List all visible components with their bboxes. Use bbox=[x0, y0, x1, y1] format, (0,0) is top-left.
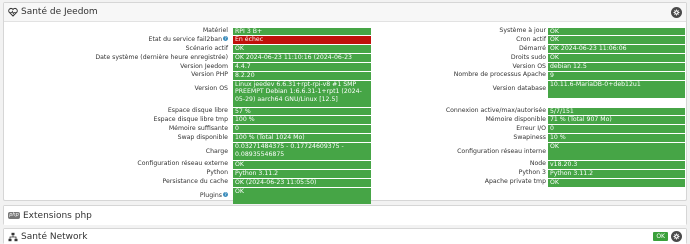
row-label-text: Version Jeedom bbox=[180, 62, 228, 70]
status-ok-value: 0 bbox=[548, 125, 685, 134]
row-label-text: Espace disque libre bbox=[167, 107, 228, 115]
row-label-text: Mémoire suffisante bbox=[168, 124, 228, 132]
table-row: Version Jeedom 4.4.7 Version OS debian 12.5 bbox=[4, 63, 686, 72]
php-extensions-panel[interactable]: php Extensions php bbox=[3, 205, 687, 225]
row-label: Démarré bbox=[518, 44, 546, 52]
table-row: Plugins? OK bbox=[4, 187, 686, 205]
row-label: Cron actif bbox=[516, 35, 546, 43]
table-row: Charge 0.03271484375 - 0.17724609375 - 0.… bbox=[4, 143, 686, 161]
row-label-text: Version PHP bbox=[191, 71, 228, 79]
row-label: Python 3 bbox=[518, 169, 546, 177]
row-label: Espace disque libre tmp bbox=[6, 116, 228, 125]
row-label: Configuration réseau externe bbox=[6, 160, 228, 169]
status-ok-value: Python 3.11.2 bbox=[548, 169, 685, 178]
row-label: Persistance du cache bbox=[6, 178, 228, 187]
row-label: Espace disque libre bbox=[6, 107, 228, 116]
row-label: Connexion active/max/autorisée bbox=[445, 107, 546, 115]
status-ok-value: OK bbox=[548, 27, 685, 36]
status-ok-value: 10.11.6-MariaDB-0+deb12u1 bbox=[548, 80, 685, 98]
network-health-panel[interactable]: Santé Network OK bbox=[3, 228, 687, 244]
table-row: Date système (dernière heure enregistrée… bbox=[4, 54, 686, 63]
table-row: Matériel RPI 3 B+ Système à jour OK bbox=[4, 27, 686, 36]
row-label-text: Espace disque libre tmp bbox=[153, 115, 228, 123]
status-ok-value: OK 2024-06-23 11:06:06 bbox=[548, 45, 685, 54]
health-table: Matériel RPI 3 B+ Système à jour OK Etat du … bbox=[4, 22, 686, 205]
row-label-text: Scénario actif bbox=[185, 44, 228, 52]
status-ok-value: OK bbox=[548, 143, 685, 160]
row-label: Date système (dernière heure enregistrée… bbox=[6, 54, 228, 63]
network-icon bbox=[8, 232, 18, 242]
status-ok-value: 5/7/151 bbox=[548, 107, 685, 116]
panel-title: Santé de Jeedom bbox=[21, 7, 98, 17]
status-ok-value: debian 12.5 bbox=[548, 63, 685, 71]
status-ok-value: 10 % bbox=[548, 134, 685, 143]
status-ok-value: 71 % (Total 907 Mo) bbox=[548, 116, 685, 125]
row-label: Droits sudo bbox=[510, 53, 546, 61]
row-label-text: Matériel bbox=[202, 27, 228, 34]
table-row: Mémoire suffisante 0 Erreur I/O 0 bbox=[4, 125, 686, 134]
status-ok-value: OK bbox=[548, 54, 685, 63]
panel-header[interactable]: Santé Network OK bbox=[4, 229, 686, 244]
row-label: Plugins? bbox=[6, 187, 228, 205]
status-ok-value: OK bbox=[548, 178, 685, 187]
row-label: Version Jeedom bbox=[6, 63, 228, 72]
table-row: Espace disque libre tmp 100 % Mémoire disp… bbox=[4, 116, 686, 125]
heart-pulse-icon bbox=[8, 7, 18, 17]
row-label: Node bbox=[529, 160, 546, 168]
table-row: Espace disque libre 57 % Connexion active/… bbox=[4, 107, 686, 116]
row-label: Scénario actif bbox=[6, 45, 228, 54]
table-row: Configuration réseau externe OK Node v18.20… bbox=[4, 160, 686, 169]
php-logo: php bbox=[8, 212, 20, 219]
row-label: Charge bbox=[6, 143, 228, 161]
status-ok-value: v18.20.3 bbox=[548, 160, 685, 169]
row-label-text: Charge bbox=[205, 147, 228, 155]
table-row: Scénario actif OK Démarré OK 2024-06-23 11:… bbox=[4, 45, 686, 54]
row-label: Matériel bbox=[6, 27, 228, 36]
row-label-text: Python bbox=[206, 169, 228, 177]
panel-title: Santé Network bbox=[21, 231, 88, 242]
row-label: Version OS bbox=[512, 62, 546, 70]
row-label: Swapiness bbox=[513, 133, 546, 141]
settings-icon[interactable] bbox=[671, 6, 682, 18]
table-row: Swap disponible 100 % (Total 1024 Mo) Swap… bbox=[4, 134, 686, 143]
table-row: Version OS Linux jeedev 6.6.31+rpt-rpi-v8… bbox=[4, 80, 686, 107]
status-badge: OK bbox=[653, 232, 668, 241]
question-icon[interactable]: ? bbox=[223, 192, 228, 198]
status-ok-value: OK bbox=[233, 187, 371, 205]
row-label: Apache private tmp bbox=[484, 178, 546, 186]
row-label: Mémoire suffisante bbox=[6, 125, 228, 134]
jeedom-health-panel: Santé de Jeedom Matériel RPI 3 B+ Système … bbox=[3, 2, 687, 205]
row-label: Version database bbox=[492, 85, 546, 93]
panel-header: Santé de Jeedom bbox=[4, 3, 686, 22]
row-label-text: Configuration réseau externe bbox=[137, 160, 228, 168]
row-label-text: Swap disponible bbox=[177, 133, 228, 141]
row-label: Mémoire disponible bbox=[485, 115, 546, 123]
row-label-text: Date système (dernière heure enregistrée… bbox=[95, 53, 228, 61]
table-row: Python Python 3.11.2 Python 3 Python 3.11.2 bbox=[4, 169, 686, 178]
settings-icon[interactable] bbox=[671, 231, 682, 242]
row-label-text: Persistance du cache bbox=[162, 178, 228, 186]
row-label-text: Plugins bbox=[199, 192, 222, 200]
table-row: Etat du service fail2ban? En échec Cron ac… bbox=[4, 35, 686, 45]
row-label: Version PHP bbox=[6, 71, 228, 80]
row-label: Version OS bbox=[6, 80, 228, 98]
question-icon[interactable]: ? bbox=[223, 35, 228, 41]
row-label: Swap disponible bbox=[6, 134, 228, 143]
row-label: Nombre de processus Apache bbox=[453, 71, 546, 79]
row-label: Erreur I/O bbox=[516, 124, 546, 132]
status-ok-value: 9 bbox=[548, 71, 685, 80]
row-label-text: Version OS bbox=[194, 85, 228, 93]
row-label: Système à jour bbox=[499, 27, 546, 34]
table-row: Version PHP 8.2.20 Nombre de processus Apa… bbox=[4, 71, 686, 80]
table-row: Persistance du cache OK (2024-06-23 11:05… bbox=[4, 178, 686, 187]
status-ok-value: OK bbox=[548, 36, 685, 45]
row-label: Etat du service fail2ban? bbox=[6, 35, 228, 45]
panel-title: Extensions php bbox=[23, 210, 92, 221]
panel-header[interactable]: php Extensions php bbox=[4, 206, 686, 225]
row-label-text: Etat du service fail2ban bbox=[148, 35, 222, 43]
row-label: Python bbox=[6, 169, 228, 178]
row-label: Configuration réseau interne bbox=[457, 147, 546, 155]
